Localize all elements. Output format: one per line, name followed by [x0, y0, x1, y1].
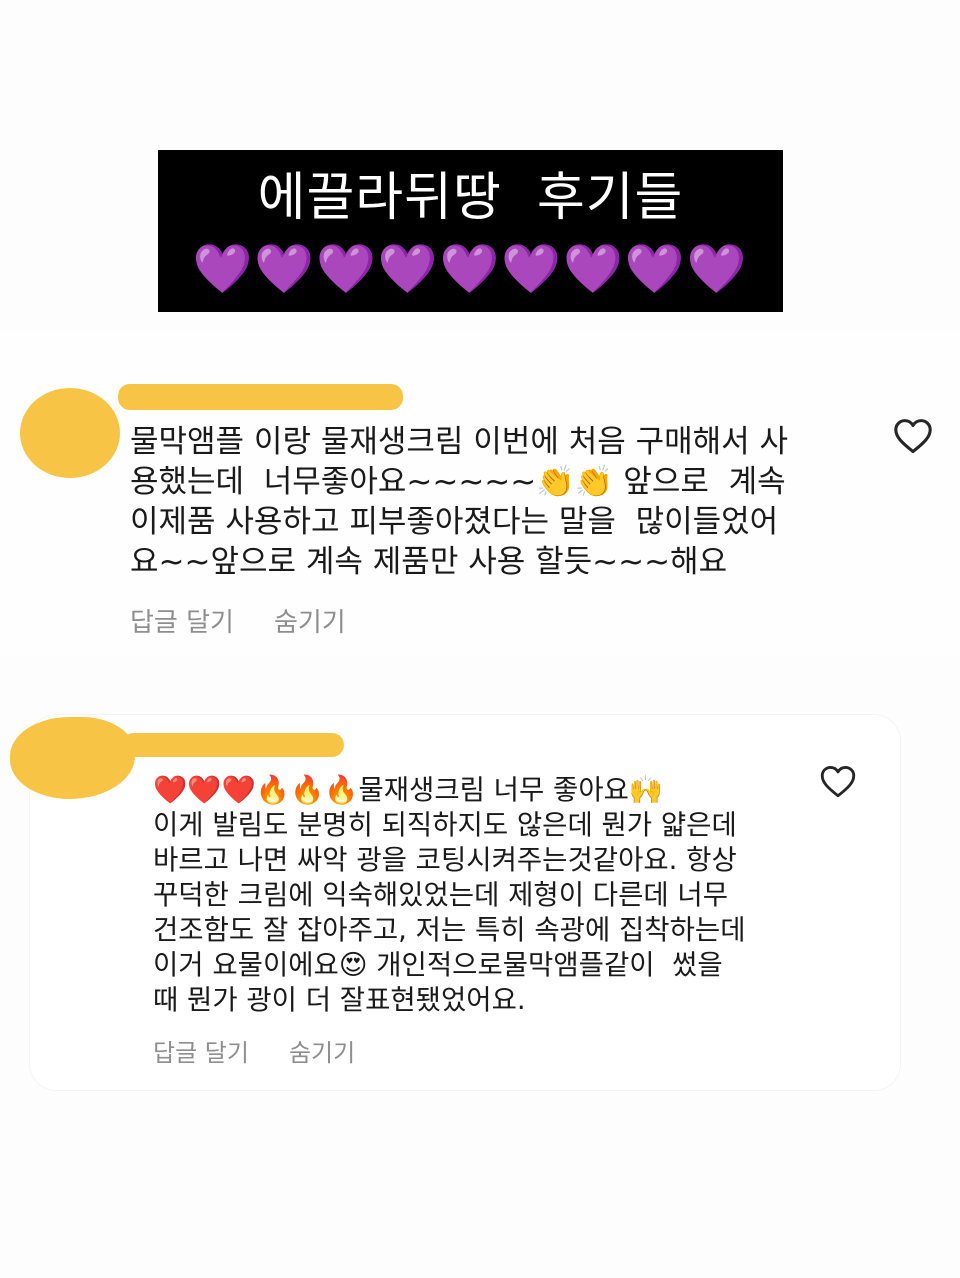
comment-text: ❤️❤️❤️🔥🔥🔥물재생크림 너무 좋아요🙌 이게 발림도 분명히 되직하지도 … — [153, 773, 746, 1018]
username-redaction — [118, 384, 403, 410]
comment-line: 물막앰플 이랑 물재생크림 이번에 처음 구매해서 사 — [130, 424, 789, 460]
comment-line: 용했는데 너무좋아요~~~~~👏👏 앞으로 계속 — [130, 464, 786, 500]
avatar-redaction — [10, 717, 135, 799]
heart-outline-icon[interactable] — [893, 418, 933, 454]
title-banner: 에끌라뒤땅 후기들 💜💜💜💜💜💜💜💜💜 — [158, 150, 783, 312]
comment-line: 건조함도 잘 잡아주고, 저는 특히 속광에 집착하는데 — [153, 914, 746, 946]
comment-line: 때 뭔가 광이 더 잘표현됐었어요. — [153, 984, 526, 1016]
hide-button[interactable]: 숨기기 — [289, 1039, 355, 1067]
comment-line: 이거 요물이에요😍 개인적으로물막앰플같이 썼을 — [153, 949, 723, 981]
comment-line: ❤️❤️❤️🔥🔥🔥물재생크림 너무 좋아요🙌 — [153, 774, 664, 806]
comment-actions: 답글 달기 숨기기 — [153, 1037, 355, 1069]
avatar-redaction — [20, 388, 120, 478]
heart-outline-icon[interactable] — [820, 765, 856, 798]
comment-line: 이제품 사용하고 피부좋아졌다는 말을 많이들었어 — [130, 504, 779, 540]
username-redaction — [122, 733, 344, 757]
comment-text: 물막앰플 이랑 물재생크림 이번에 처음 구매해서 사 용했는데 너무좋아요~~… — [130, 422, 788, 582]
banner-title: 에끌라뒤땅 후기들 — [257, 168, 684, 228]
comment-card: 물막앰플 이랑 물재생크림 이번에 처음 구매해서 사 용했는데 너무좋아요~~… — [0, 330, 960, 655]
comment-actions: 답글 달기 숨기기 — [130, 606, 346, 640]
reply-button[interactable]: 답글 달기 — [130, 608, 234, 638]
comment-line: 꾸덕한 크림에 익숙해있었는데 제형이 다른데 너무 — [153, 879, 729, 911]
comment-line: 바르고 나면 싸악 광을 코팅시켜주는것같아요. 항상 — [153, 844, 737, 876]
hide-button[interactable]: 숨기기 — [274, 608, 346, 638]
comment-card: ❤️❤️❤️🔥🔥🔥물재생크림 너무 좋아요🙌 이게 발림도 분명히 되직하지도 … — [10, 715, 900, 1090]
reply-button[interactable]: 답글 달기 — [153, 1039, 249, 1067]
comment-line: 요~~앞으로 계속 제품만 사용 할듯~~~해요 — [130, 544, 728, 580]
comment-line: 이게 발림도 분명히 되직하지도 않은데 뭔가 얇은데 — [153, 809, 737, 841]
purple-hearts-row: 💜💜💜💜💜💜💜💜💜 — [192, 241, 749, 297]
